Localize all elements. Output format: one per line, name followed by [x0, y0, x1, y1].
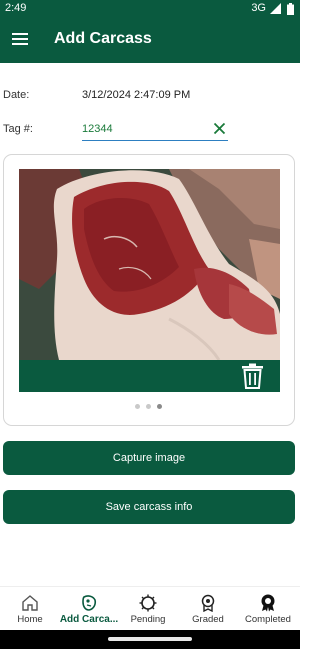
- completed-icon: [261, 594, 275, 612]
- save-carcass-button[interactable]: Save carcass info: [3, 490, 295, 524]
- graded-icon: [201, 594, 215, 612]
- status-time: 2:49: [5, 2, 27, 14]
- nav-item-home[interactable]: Home: [0, 587, 60, 631]
- battery-icon: [287, 3, 294, 15]
- photo-toolbar: [19, 360, 280, 392]
- tag-label: Tag #:: [3, 123, 33, 135]
- system-nav-bar: [0, 630, 300, 649]
- nav-label-add-carcass: Add Carca...: [59, 614, 119, 625]
- delete-icon[interactable]: [240, 363, 265, 389]
- status-bar: 2:49 3G: [0, 0, 300, 17]
- nav-label-pending: Pending: [130, 614, 166, 625]
- app-bar: Add Carcass: [0, 17, 300, 63]
- bottom-nav: Home Add Carca... Pending Graded Complet…: [0, 586, 300, 630]
- carousel-dot[interactable]: [146, 404, 151, 409]
- date-value: 3/12/2024 2:47:09 PM: [82, 89, 191, 101]
- nav-label-completed: Completed: [245, 614, 291, 625]
- pending-icon: [139, 594, 157, 612]
- menu-icon[interactable]: [11, 30, 29, 48]
- carousel-dot[interactable]: [135, 404, 140, 409]
- tag-field[interactable]: [82, 119, 228, 141]
- nav-label-home: Home: [17, 614, 43, 625]
- nav-item-add-carcass[interactable]: Add Carca...: [59, 587, 119, 631]
- page-title: Add Carcass: [54, 30, 152, 47]
- clear-icon[interactable]: [213, 122, 226, 135]
- nav-item-pending[interactable]: Pending: [118, 587, 178, 631]
- carcass-photo[interactable]: [19, 169, 280, 360]
- network-type: 3G: [251, 2, 266, 14]
- tag-input[interactable]: [82, 120, 207, 138]
- date-label: Date:: [3, 89, 30, 101]
- add-carcass-icon: [82, 595, 97, 611]
- nav-item-graded[interactable]: Graded: [178, 587, 238, 631]
- carousel-indicator: [135, 404, 165, 410]
- home-icon: [22, 595, 38, 611]
- signal-icon: [270, 3, 281, 14]
- nav-item-completed[interactable]: Completed: [238, 587, 298, 631]
- home-indicator[interactable]: [108, 637, 192, 641]
- image-card: [3, 154, 295, 426]
- carousel-dot-active[interactable]: [157, 404, 162, 409]
- nav-label-graded: Graded: [192, 614, 224, 625]
- capture-image-button[interactable]: Capture image: [3, 441, 295, 475]
